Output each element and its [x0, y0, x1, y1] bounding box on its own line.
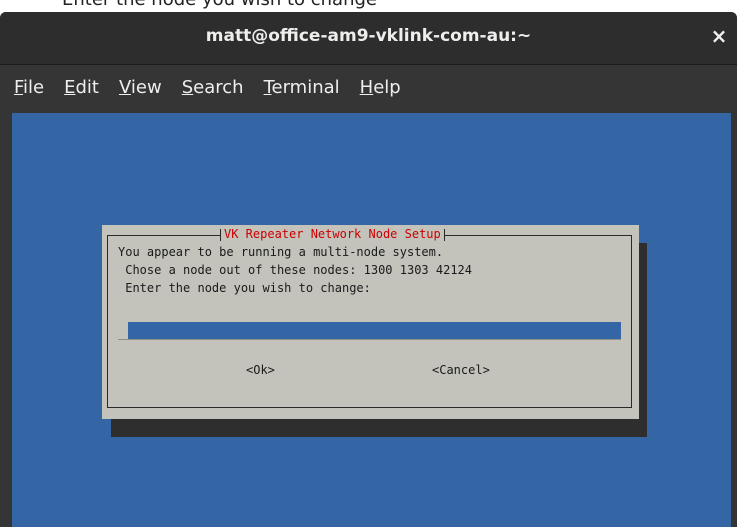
menu-file[interactable]: File [4, 73, 54, 102]
terminal-window: matt@office-am9-vklink-com-au:~ × File E… [0, 12, 737, 527]
dialog-message-line-3: Enter the node you wish to change: [118, 281, 371, 295]
ok-button[interactable]: <Ok> [246, 363, 275, 378]
menu-file-accel: F [14, 76, 24, 98]
menu-terminal[interactable]: Terminal [254, 73, 350, 102]
menu-search-accel: S [181, 76, 194, 98]
menu-edit[interactable]: Edit [54, 73, 109, 102]
menu-view-accel: V [118, 76, 131, 98]
menu-file-label: ile [23, 76, 45, 98]
menu-terminal-label: erminal [271, 76, 340, 98]
title-bar[interactable]: matt@office-am9-vklink-com-au:~ × [0, 12, 737, 65]
menu-search[interactable]: Search [172, 73, 254, 102]
close-icon[interactable]: × [707, 24, 731, 48]
menu-edit-label: dit [75, 76, 99, 98]
terminal-border-left [0, 109, 12, 527]
screen: Enter the node you wish to change matt@o… [0, 0, 737, 527]
terminal-border-right [731, 109, 737, 527]
menu-bar: File Edit View Search Terminal Help [0, 65, 737, 109]
menu-view-label: iew [130, 76, 162, 98]
terminal-area[interactable]: VK Repeater Network Node Setup You appea… [12, 113, 731, 527]
cancel-button[interactable]: <Cancel> [432, 363, 490, 378]
menu-help-accel: H [359, 76, 374, 98]
dialog-message-line-1: You appear to be running a multi-node sy… [118, 245, 444, 259]
dialog-title: VK Repeater Network Node Setup [220, 226, 445, 242]
dialog-message-line-2: Chose a node out of these nodes: 1300 13… [118, 263, 473, 277]
input-underline [118, 339, 621, 340]
menu-terminal-accel: T [263, 76, 272, 98]
window-title: matt@office-am9-vklink-com-au:~ [205, 26, 532, 46]
top-caption-strip: Enter the node you wish to change [0, 0, 737, 12]
menu-help-label: elp [373, 76, 401, 98]
menu-help[interactable]: Help [350, 73, 411, 102]
node-input[interactable] [128, 322, 621, 339]
menu-edit-accel: E [64, 76, 76, 98]
menu-view[interactable]: View [109, 73, 172, 102]
menu-search-label: earch [193, 76, 244, 98]
top-caption: Enter the node you wish to change [62, 0, 377, 10]
